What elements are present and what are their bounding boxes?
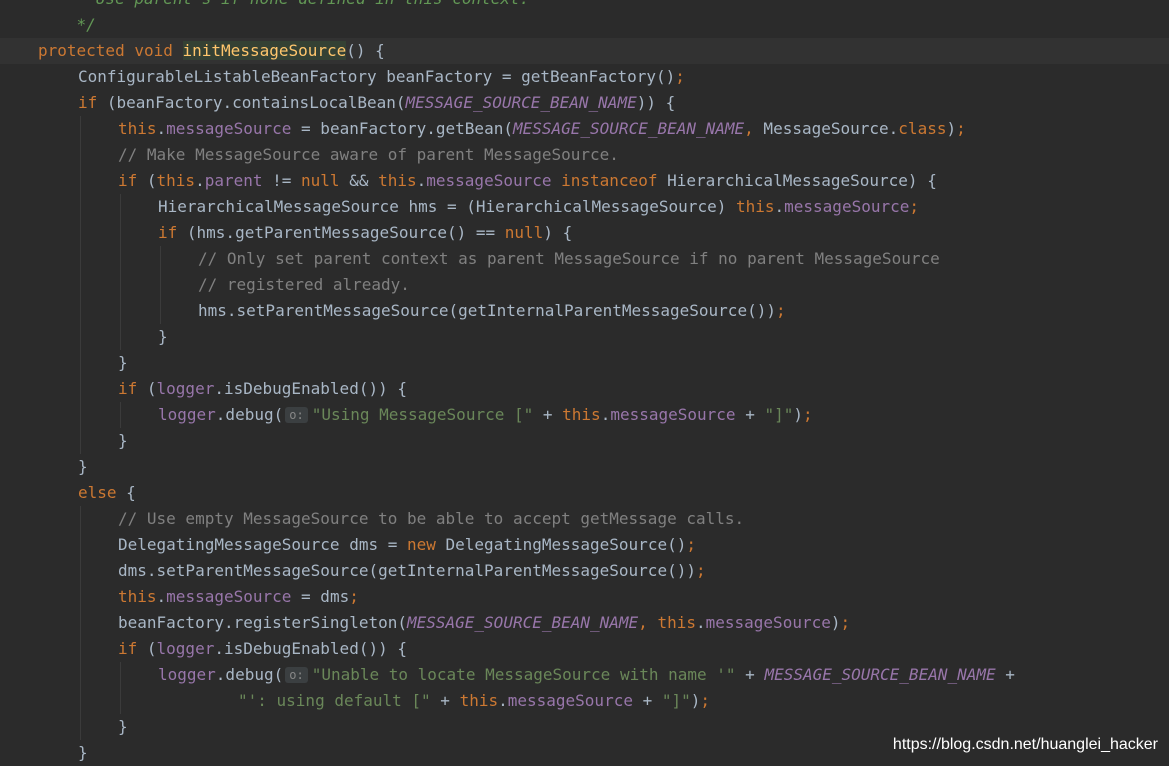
indent-guide bbox=[160, 298, 161, 324]
indent-guide bbox=[80, 688, 81, 714]
indent-guide bbox=[80, 272, 81, 298]
code-editor[interactable]: * Use parent's if none defined in this c… bbox=[0, 0, 1169, 764]
code-text: } bbox=[118, 353, 128, 372]
code-text: if (this.parent != null && this.messageS… bbox=[118, 171, 937, 190]
indent-guide bbox=[160, 246, 161, 272]
indent-guide bbox=[120, 246, 121, 272]
indent-guide bbox=[80, 428, 81, 454]
code-line[interactable]: logger.debug(o: "Using MessageSource [" +… bbox=[0, 402, 1169, 428]
code-text: // Make MessageSource aware of parent Me… bbox=[118, 145, 619, 164]
code-text: } bbox=[78, 743, 88, 762]
code-text: } bbox=[78, 457, 88, 476]
code-text: logger.debug(o: "Unable to locate Message… bbox=[158, 665, 1015, 684]
indent-guide bbox=[120, 298, 121, 324]
indent-guide bbox=[160, 272, 161, 298]
code-line[interactable]: } bbox=[0, 428, 1169, 454]
indent-guide bbox=[80, 714, 81, 740]
code-text: // Use empty MessageSource to be able to… bbox=[118, 509, 745, 528]
watermark: https://blog.csdn.net/huanglei_hacker bbox=[892, 736, 1158, 753]
code-line[interactable]: if (hms.getParentMessageSource() == null… bbox=[0, 220, 1169, 246]
indent-guide bbox=[80, 324, 81, 350]
indent-guide bbox=[120, 324, 121, 350]
indent-guide bbox=[120, 194, 121, 220]
code-text: // Only set parent context as parent Mes… bbox=[198, 249, 940, 268]
code-text: this.messageSource = dms; bbox=[118, 587, 359, 606]
parameter-hint: o: bbox=[285, 667, 308, 683]
indent-guide bbox=[80, 636, 81, 662]
code-text: logger.debug(o: "Using MessageSource [" +… bbox=[158, 405, 813, 424]
indent-guide bbox=[120, 688, 121, 714]
indent-guide bbox=[80, 142, 81, 168]
code-line[interactable]: if (logger.isDebugEnabled()) { bbox=[0, 376, 1169, 402]
code-text: if (beanFactory.containsLocalBean(MESSAG… bbox=[78, 93, 676, 112]
indent-guide bbox=[80, 298, 81, 324]
code-line[interactable]: dms.setParentMessageSource(getInternalPa… bbox=[0, 558, 1169, 584]
code-line[interactable]: this.messageSource = dms; bbox=[0, 584, 1169, 610]
indent-guide bbox=[80, 220, 81, 246]
indent-guide bbox=[80, 194, 81, 220]
code-line[interactable]: if (beanFactory.containsLocalBean(MESSAG… bbox=[0, 90, 1169, 116]
code-line[interactable]: "': using default [" + this.messageSourc… bbox=[0, 688, 1169, 714]
code-line[interactable]: } bbox=[0, 324, 1169, 350]
indent-guide bbox=[80, 584, 81, 610]
indent-guide bbox=[80, 558, 81, 584]
indent-guide bbox=[80, 116, 81, 142]
code-line[interactable]: HierarchicalMessageSource hms = (Hierarc… bbox=[0, 194, 1169, 220]
code-text: HierarchicalMessageSource hms = (Hierarc… bbox=[158, 197, 920, 216]
code-line[interactable]: * Use parent's if none defined in this c… bbox=[0, 0, 1169, 12]
code-line[interactable]: } bbox=[0, 454, 1169, 480]
code-text: if (logger.isDebugEnabled()) { bbox=[118, 379, 407, 398]
code-line[interactable]: hms.setParentMessageSource(getInternalPa… bbox=[0, 298, 1169, 324]
indent-guide bbox=[120, 220, 121, 246]
code-text: */ bbox=[38, 15, 96, 34]
code-text: } bbox=[118, 717, 128, 736]
indent-guide bbox=[80, 246, 81, 272]
code-line[interactable]: if (this.parent != null && this.messageS… bbox=[0, 168, 1169, 194]
code-line[interactable]: // Use empty MessageSource to be able to… bbox=[0, 506, 1169, 532]
indent-guide bbox=[120, 662, 121, 688]
code-line[interactable]: // Make MessageSource aware of parent Me… bbox=[0, 142, 1169, 168]
indent-guide bbox=[120, 272, 121, 298]
code-text: if (logger.isDebugEnabled()) { bbox=[118, 639, 407, 658]
code-text: else { bbox=[78, 483, 136, 502]
code-text: hms.setParentMessageSource(getInternalPa… bbox=[198, 301, 786, 320]
code-text: "': using default [" + this.messageSourc… bbox=[238, 691, 711, 710]
indent-guide bbox=[80, 376, 81, 402]
code-text: } bbox=[158, 327, 168, 346]
code-line[interactable]: protected void initMessageSource() { bbox=[0, 38, 1169, 64]
code-text: DelegatingMessageSource dms = new Delega… bbox=[118, 535, 696, 554]
indent-guide bbox=[80, 610, 81, 636]
code-line[interactable]: } bbox=[0, 350, 1169, 376]
code-text: protected void initMessageSource() { bbox=[38, 41, 385, 60]
code-text: ConfigurableListableBeanFactory beanFact… bbox=[78, 67, 685, 86]
code-line[interactable]: // Only set parent context as parent Mes… bbox=[0, 246, 1169, 272]
parameter-hint: o: bbox=[285, 407, 308, 423]
code-text: if (hms.getParentMessageSource() == null… bbox=[158, 223, 573, 242]
code-text: beanFactory.registerSingleton(MESSAGE_SO… bbox=[118, 613, 851, 632]
indent-guide bbox=[80, 402, 81, 428]
code-line[interactable]: beanFactory.registerSingleton(MESSAGE_SO… bbox=[0, 610, 1169, 636]
code-line[interactable]: this.messageSource = beanFactory.getBean… bbox=[0, 116, 1169, 142]
code-text: dms.setParentMessageSource(getInternalPa… bbox=[118, 561, 706, 580]
indent-guide bbox=[80, 168, 81, 194]
code-text: } bbox=[118, 431, 128, 450]
code-line[interactable]: ConfigurableListableBeanFactory beanFact… bbox=[0, 64, 1169, 90]
indent-guide bbox=[80, 532, 81, 558]
code-text: // registered already. bbox=[198, 275, 410, 294]
code-line[interactable]: // registered already. bbox=[0, 272, 1169, 298]
indent-guide bbox=[80, 506, 81, 532]
code-text: this.messageSource = beanFactory.getBean… bbox=[118, 119, 966, 138]
code-line[interactable]: DelegatingMessageSource dms = new Delega… bbox=[0, 532, 1169, 558]
indent-guide bbox=[80, 350, 81, 376]
indent-guide bbox=[120, 402, 121, 428]
code-line[interactable]: else { bbox=[0, 480, 1169, 506]
code-line[interactable]: */ bbox=[0, 12, 1169, 38]
code-line[interactable]: logger.debug(o: "Unable to locate Message… bbox=[0, 662, 1169, 688]
code-line[interactable]: if (logger.isDebugEnabled()) { bbox=[0, 636, 1169, 662]
code-text: * Use parent's if none defined in this c… bbox=[38, 0, 530, 12]
indent-guide bbox=[80, 662, 81, 688]
